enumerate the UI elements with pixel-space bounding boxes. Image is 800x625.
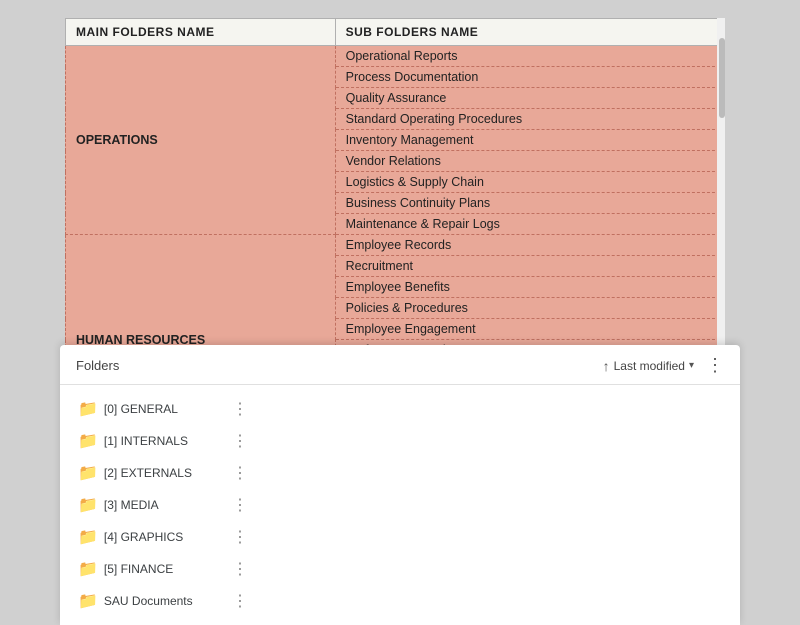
list-item: 📁 SAU Documents ⋮ [70, 585, 730, 617]
list-item: 📁 [4] GRAPHICS ⋮ [70, 521, 730, 553]
sub-folder-name: Inventory Management [335, 130, 724, 151]
folder-name-label: [1] INTERNALS [104, 434, 222, 448]
list-item: 📁 [3] MEDIA ⋮ [70, 489, 730, 521]
main-folder-name: OPERATIONS [66, 46, 336, 235]
sort-label[interactable]: Last modified [614, 359, 685, 373]
sub-folder-name: Business Continuity Plans [335, 193, 724, 214]
folder-name-label: [2] EXTERNALS [104, 466, 222, 480]
folder-more-icon[interactable]: ⋮ [230, 399, 250, 419]
folder-icon: 📁 [78, 495, 98, 515]
sub-folder-name: Vendor Relations [335, 151, 724, 172]
col2-header: SUB FOLDERS NAME [335, 19, 724, 46]
folder-more-icon[interactable]: ⋮ [230, 431, 250, 451]
folder-more-icon[interactable]: ⋮ [230, 559, 250, 579]
folder-item[interactable]: 📁 SAU Documents [70, 585, 230, 617]
folder-item[interactable]: 📁 [1] INTERNALS [70, 425, 230, 457]
folder-more-icon[interactable]: ⋮ [230, 463, 250, 483]
folder-icon: 📁 [78, 463, 98, 483]
panel-more-icon[interactable]: ⋮ [706, 355, 724, 376]
folder-item[interactable]: 📁 [3] MEDIA [70, 489, 230, 521]
folder-name-label: SAU Documents [104, 594, 222, 608]
sub-folder-name: Employee Engagement [335, 319, 724, 340]
scrollbar-thumb[interactable] [719, 38, 725, 118]
list-item: 📁 [5] FINANCE ⋮ [70, 553, 730, 585]
sub-folder-name: Quality Assurance [335, 88, 724, 109]
folder-name-label: [5] FINANCE [104, 562, 222, 576]
folder-item[interactable]: 📁 [2] EXTERNALS [70, 457, 230, 489]
sub-folder-name: Recruitment [335, 256, 724, 277]
sub-folder-name: Maintenance & Repair Logs [335, 214, 724, 235]
sort-dropdown-icon[interactable]: ▾ [689, 360, 694, 371]
folder-item[interactable]: 📁 [4] GRAPHICS [70, 521, 230, 553]
folder-name-label: [4] GRAPHICS [104, 530, 222, 544]
bottom-panel: Folders ↑ Last modified ▾ ⋮ 📁 [0] GENERAL… [60, 345, 740, 625]
sort-arrow-icon: ↑ [603, 358, 610, 374]
folder-name-label: [0] GENERAL [104, 402, 222, 416]
list-item: 📁 [2] EXTERNALS ⋮ [70, 457, 730, 489]
table-row: HUMAN RESOURCESEmployee Records [66, 235, 725, 256]
table-row: OPERATIONSOperational Reports [66, 46, 725, 67]
list-item: 📁 [0] GENERAL ⋮ [70, 393, 730, 425]
folder-item[interactable]: 📁 [5] FINANCE [70, 553, 230, 585]
folder-icon: 📁 [78, 431, 98, 451]
folder-more-icon[interactable]: ⋮ [230, 527, 250, 547]
sub-folder-name: Operational Reports [335, 46, 724, 67]
folders-header: Folders ↑ Last modified ▾ ⋮ [60, 355, 740, 385]
folder-name-label: [3] MEDIA [104, 498, 222, 512]
folder-item[interactable]: 📁 [0] GENERAL [70, 393, 230, 425]
folder-icon: 📁 [78, 559, 98, 579]
folder-icon: 📁 [78, 591, 98, 611]
folders-grid: 📁 [0] GENERAL ⋮ 📁 [1] INTERNALS ⋮ 📁 [2] EXTERNA… [60, 385, 740, 621]
sort-area[interactable]: ↑ Last modified ▾ [603, 358, 694, 374]
sub-folder-name: Employee Benefits [335, 277, 724, 298]
folder-icon: 📁 [78, 399, 98, 419]
sub-folder-name: Employee Records [335, 235, 724, 256]
folder-more-icon[interactable]: ⋮ [230, 591, 250, 611]
sub-folder-name: Standard Operating Procedures [335, 109, 724, 130]
folder-more-icon[interactable]: ⋮ [230, 495, 250, 515]
col1-header: MAIN FOLDERS NAME [66, 19, 336, 46]
sub-folder-name: Logistics & Supply Chain [335, 172, 724, 193]
folder-icon: 📁 [78, 527, 98, 547]
sub-folder-name: Policies & Procedures [335, 298, 724, 319]
list-item: 📁 [1] INTERNALS ⋮ [70, 425, 730, 457]
folders-title: Folders [76, 358, 603, 373]
sub-folder-name: Process Documentation [335, 67, 724, 88]
